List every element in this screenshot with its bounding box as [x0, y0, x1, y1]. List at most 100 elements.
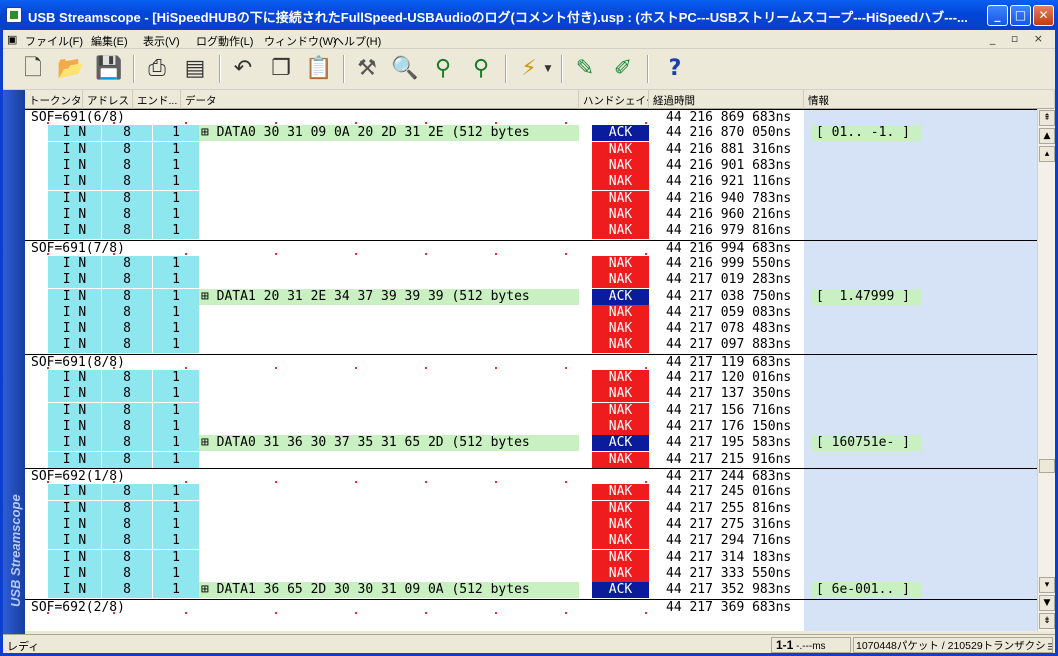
clear-mark-icon[interactable]: ✐ [607, 54, 639, 86]
menu-file[interactable]: ファイル(F) [25, 33, 83, 49]
timing-tick [47, 253, 49, 255]
table-row[interactable]: I N 8 1 NAK 44 217 255 816ns [25, 501, 1037, 517]
col-handshake[interactable]: ハンドシェイク [579, 90, 649, 109]
table-row[interactable]: I N 8 1 NAK 44 217 333 550ns [25, 566, 1037, 582]
table-row[interactable]: I N 8 1 NAK 44 217 215 916ns [25, 452, 1037, 468]
chevron-down-icon[interactable]: ▼ [541, 54, 555, 86]
sof-row[interactable]: SOF=692(2/8) 44 217 369 683ns [25, 599, 1037, 615]
undo-icon[interactable]: ↶ [227, 54, 259, 86]
close-button[interactable]: ✕ [1033, 5, 1054, 26]
table-row[interactable]: I N 8 1 NAK 44 217 314 183ns [25, 550, 1037, 566]
handshake-badge: NAK [592, 158, 649, 174]
table-row[interactable]: I N 8 1 NAK 44 216 881 316ns [25, 142, 1037, 158]
table-row[interactable]: I N 8 1 ⊞ DATA0 30 31 09 0A 20 2D 31 2E (51… [25, 125, 1037, 141]
copy-icon[interactable]: ❐ [265, 54, 297, 86]
table-row[interactable]: I N 8 1 NAK 44 217 019 283ns [25, 272, 1037, 288]
table-row[interactable]: I N 8 1 NAK 44 217 294 716ns [25, 533, 1037, 549]
sidebar-label: USB Streamscope [8, 494, 23, 607]
table-row[interactable]: I N 8 1 ⊞ DATA1 20 31 2E 34 37 39 39 39 (51… [25, 289, 1037, 305]
table-row[interactable]: I N 8 1 NAK 44 216 960 216ns [25, 207, 1037, 223]
table-row[interactable]: I N 8 1 NAK 44 217 275 316ns [25, 517, 1037, 533]
maximize-button[interactable]: □ [1010, 5, 1031, 26]
handshake-badge: NAK [592, 321, 649, 337]
menu-view[interactable]: 表示(V) [143, 33, 180, 49]
find-next-icon[interactable]: ⚲ [465, 54, 497, 86]
table-row[interactable]: I N 8 1 NAK 44 217 097 883ns [25, 337, 1037, 353]
elapsed-time: 44 217 119 683ns [666, 355, 792, 370]
table-row[interactable]: I N 8 1 NAK 44 217 245 016ns [25, 484, 1037, 500]
scroll-up-icon[interactable]: ▴ [1039, 146, 1055, 162]
col-token-type[interactable]: トークンタイプ [25, 90, 83, 109]
menu-window[interactable]: ウィンドウ(W) [264, 33, 337, 49]
toolbar-separator [219, 55, 221, 83]
timing-tick [355, 122, 357, 124]
filter-icon[interactable]: ⚒ [351, 54, 383, 86]
table-row[interactable]: I N 8 1 NAK 44 217 059 083ns [25, 305, 1037, 321]
print-icon[interactable]: ⎙ [141, 54, 173, 86]
table-row[interactable]: I N 8 1 NAK 44 217 156 716ns [25, 403, 1037, 419]
mark-icon[interactable]: ✎ [569, 54, 601, 86]
mdi-controls[interactable]: _ ▫ × [990, 32, 1049, 45]
handshake-badge: ACK [592, 289, 649, 305]
position-time: -.---ms [793, 641, 826, 652]
col-data[interactable]: データ [181, 90, 579, 109]
scrollbar-thumb[interactable] [1039, 459, 1055, 473]
table-row[interactable]: I N 8 1 ⊞ DATA1 36 65 2D 30 30 31 09 0A (51… [25, 582, 1037, 598]
token-type-cell: I N [47, 337, 101, 353]
app-icon[interactable] [6, 7, 22, 23]
table-row[interactable]: I N 8 1 NAK 44 216 901 683ns [25, 158, 1037, 174]
elapsed-time: 44 216 994 683ns [666, 241, 792, 256]
document-menu-icon[interactable]: ▣ [7, 33, 17, 46]
sof-row[interactable]: SOF=691(8/8) 44 217 119 683ns [25, 354, 1037, 370]
timing-tick [185, 612, 187, 614]
menu-edit[interactable]: 編集(E) [91, 33, 128, 49]
col-elapsed-time[interactable]: 経過時間 [649, 90, 804, 109]
help-icon[interactable]: ? [659, 54, 691, 86]
table-row[interactable]: I N 8 1 NAK 44 216 940 783ns [25, 191, 1037, 207]
handshake-badge: NAK [592, 191, 649, 207]
scroll-top-icon[interactable]: ⇞ [1039, 110, 1055, 126]
col-address[interactable]: アドレス [83, 90, 133, 109]
timing-tick [47, 612, 49, 614]
sof-row[interactable]: SOF=691(7/8) 44 216 994 683ns [25, 240, 1037, 256]
paste-icon[interactable]: 📋 [303, 54, 335, 86]
timing-tick [275, 481, 277, 483]
scroll-bottom-icon[interactable]: ⇟ [1039, 613, 1055, 629]
open-icon[interactable]: 📂 [55, 54, 87, 86]
table-row[interactable]: I N 8 1 NAK 44 217 137 350ns [25, 386, 1037, 402]
title-bar[interactable]: USB Streamscope - [HiSpeedHUBの下に接続されたFul… [0, 0, 1058, 30]
timing-tick [113, 122, 115, 124]
transaction-list[interactable]: SOF=691(6/8) 44 216 869 683ns I N 8 1 ⊞ DATA0… [25, 109, 1037, 631]
menu-help[interactable]: ヘルプ(H) [333, 33, 381, 49]
scroll-down-icon[interactable]: ▾ [1039, 577, 1055, 593]
menu-log-action[interactable]: ログ動作(L) [196, 33, 253, 49]
table-row[interactable]: I N 8 1 NAK 44 217 120 016ns [25, 370, 1037, 386]
endpoint-cell: 1 [152, 191, 199, 207]
endpoint-cell: 1 [152, 435, 199, 451]
page-down-icon[interactable]: ▼ [1039, 595, 1055, 611]
save-icon[interactable]: 💾 [93, 54, 125, 86]
data-cell: ⊞ DATA0 31 36 30 37 35 31 65 2D (512 byt… [199, 435, 579, 451]
endpoint-cell: 1 [152, 223, 199, 239]
sof-row[interactable]: SOF=692(1/8) 44 217 244 683ns [25, 468, 1037, 484]
table-row[interactable]: I N 8 1 NAK 44 216 921 116ns [25, 174, 1037, 190]
sof-row[interactable]: SOF=691(6/8) 44 216 869 683ns [25, 109, 1037, 125]
table-row[interactable]: I N 8 1 NAK 44 217 078 483ns [25, 321, 1037, 337]
sof-label: SOF=691(6/8) [31, 110, 125, 125]
address-cell: 8 [101, 305, 152, 321]
print-preview-icon[interactable]: ▤ [179, 54, 211, 86]
table-row[interactable]: I N 8 1 ⊞ DATA0 31 36 30 37 35 31 65 2D (51… [25, 435, 1037, 451]
table-row[interactable]: I N 8 1 NAK 44 216 979 816ns [25, 223, 1037, 239]
elapsed-time: 44 217 078 483ns [666, 321, 792, 336]
table-row[interactable]: I N 8 1 NAK 44 217 176 150ns [25, 419, 1037, 435]
table-row[interactable]: I N 8 1 NAK 44 216 999 550ns [25, 256, 1037, 272]
col-endpoint[interactable]: エンド... [133, 90, 181, 109]
menu-bar: ▣ ファイル(F) 編集(E) 表示(V) ログ動作(L) ウィンドウ(W) ヘ… [3, 30, 1055, 49]
minimize-button[interactable]: _ [987, 5, 1008, 26]
col-info[interactable]: 情報 [804, 90, 1055, 109]
handshake-badge: NAK [592, 403, 649, 419]
page-up-icon[interactable]: ▲ [1039, 128, 1055, 144]
vertical-scrollbar[interactable]: ⇞ ▲ ▴ ▾ ▼ ⇟ [1037, 109, 1055, 631]
find-icon[interactable]: 🔍 [389, 54, 421, 86]
find-prev-icon[interactable]: ⚲ [427, 54, 459, 86]
